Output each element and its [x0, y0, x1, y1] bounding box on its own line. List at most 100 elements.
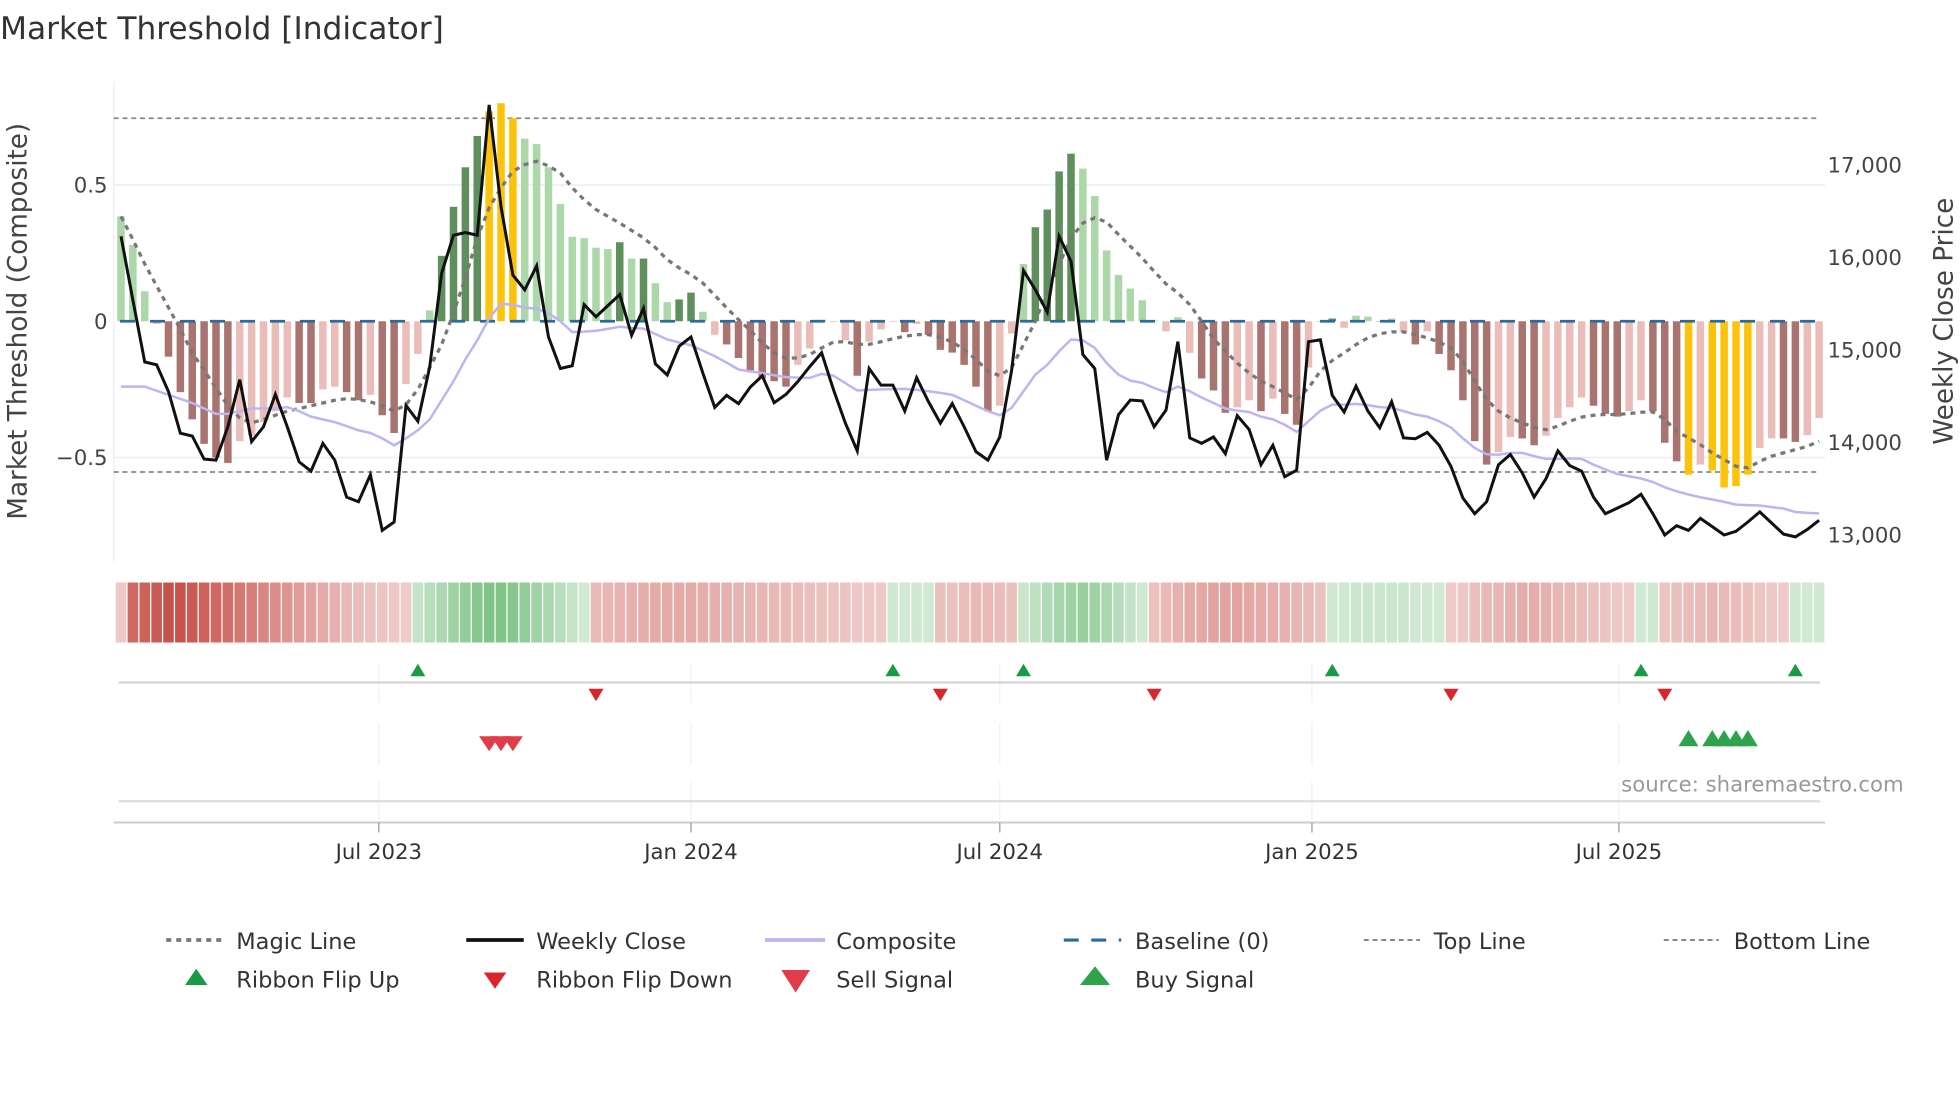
ribbon-cell — [1291, 582, 1302, 643]
right-tick-label: 14,000 — [1828, 431, 1902, 456]
ribbon-cell — [863, 582, 875, 643]
left-tick-label: 0 — [94, 310, 108, 335]
ribbon-cell — [127, 582, 139, 643]
composite-bar — [1767, 321, 1776, 439]
composite-bar — [1007, 321, 1016, 334]
composite-bar — [1482, 321, 1491, 465]
ribbon-cell — [376, 582, 388, 643]
composite-bar — [1102, 250, 1111, 322]
ribbon-cell — [721, 582, 732, 643]
legend-item-buy-signal[interactable]: Buy Signal — [1080, 966, 1254, 994]
composite-bar — [627, 258, 636, 322]
ribbon-cell — [970, 582, 982, 643]
x-tick-label: Jul 2025 — [1574, 840, 1662, 865]
legend-item-bottom-line[interactable]: Bottom Line — [1663, 929, 1871, 955]
ribbon-flip-up-marker — [1633, 663, 1649, 677]
ribbon-cell — [1113, 582, 1124, 643]
ribbon-cell — [1350, 582, 1362, 643]
ribbon-flip-down-marker — [588, 688, 604, 702]
left-tick-label: 0.5 — [74, 174, 108, 199]
ribbon-cell — [1315, 582, 1326, 643]
composite-bar — [1696, 321, 1705, 465]
legend-item-weekly-close[interactable]: Weekly Close — [466, 929, 686, 955]
ribbon-cell — [661, 582, 673, 643]
legend-label: Buy Signal — [1135, 968, 1254, 994]
legend-item-sell-signal[interactable]: Sell Signal — [781, 968, 953, 994]
legend-item-baseline[interactable]: Baseline (0) — [1063, 929, 1270, 955]
composite-bar — [1744, 321, 1752, 475]
composite-bar — [960, 321, 968, 365]
legend-label: Bottom Line — [1734, 929, 1871, 955]
ribbon-cell — [828, 582, 839, 643]
x-tick-label: Jan 2025 — [1263, 840, 1359, 865]
ribbon-flip-up-marker — [1016, 663, 1031, 677]
composite-bar — [1518, 321, 1526, 439]
ribbon-cell — [578, 582, 590, 643]
ribbon-cell — [1718, 582, 1730, 643]
legend-item-top-line[interactable]: Top Line — [1363, 929, 1526, 955]
composite-bar — [461, 167, 470, 322]
ribbon-cell — [1255, 582, 1267, 643]
legend-label: Baseline (0) — [1135, 929, 1269, 955]
composite-bar — [604, 249, 612, 322]
composite-bar — [699, 311, 707, 322]
legend-label: Sell Signal — [836, 968, 953, 994]
triangle-down-icon — [483, 972, 507, 989]
composite-bar — [544, 167, 553, 322]
composite-bar — [1138, 300, 1146, 322]
ribbon-cell — [365, 582, 376, 643]
ribbon-cell — [246, 582, 257, 643]
ribbon-cell — [1030, 582, 1041, 643]
composite-bar — [1031, 227, 1040, 322]
composite-bars — [117, 103, 1823, 488]
ribbon-cell — [460, 582, 471, 643]
legend-item-composite[interactable]: Composite — [765, 929, 956, 955]
ribbon-cell — [590, 582, 602, 643]
left-axis-title: Market Threshold (Composite) — [3, 123, 33, 520]
ribbon-flip-down-marker — [932, 688, 948, 702]
ribbon-cell — [1801, 582, 1813, 643]
ribbon-cell — [293, 582, 305, 643]
ribbon-cell — [899, 582, 911, 643]
ribbon-flip-row — [118, 662, 1820, 703]
ribbon-cell — [1742, 582, 1754, 643]
composite-bar — [1364, 316, 1372, 322]
ribbon-cell — [638, 582, 649, 643]
right-tick-label: 16,000 — [1828, 246, 1902, 271]
composite-bar — [1542, 321, 1550, 436]
composite-bar — [1114, 274, 1123, 322]
legend-item-magic-line[interactable]: Magic Line — [166, 929, 356, 955]
right-tick-label: 15,000 — [1828, 339, 1902, 364]
composite-bar — [283, 321, 291, 398]
composite-bar — [972, 321, 980, 387]
composite-bar — [1197, 321, 1206, 379]
legend-item-ribbon-flip-up[interactable]: Ribbon Flip Up — [185, 968, 400, 994]
composite-bar — [651, 283, 660, 322]
ribbon-cell — [685, 582, 697, 643]
ribbon-cell — [1279, 582, 1291, 643]
ribbon-cell — [673, 582, 685, 643]
legend: Magic Line Weekly Close Composite Baseli… — [166, 929, 1870, 994]
ribbon-cell — [163, 582, 174, 643]
ribbon-cell — [175, 582, 186, 643]
ribbon-cell — [210, 582, 222, 643]
composite-bar — [1209, 321, 1218, 391]
composite-bar — [414, 321, 422, 354]
composite-bar — [354, 321, 363, 401]
ribbon-cell — [1101, 582, 1112, 643]
ribbon-cell — [1018, 582, 1029, 643]
ribbon-cell — [424, 582, 436, 643]
legend-item-ribbon-flip-down[interactable]: Ribbon Flip Down — [483, 968, 733, 994]
ribbon-cell — [329, 582, 341, 643]
legend-label: Weekly Close — [536, 929, 686, 955]
buy-signal-marker — [1678, 730, 1699, 747]
ribbon-cell — [1243, 582, 1255, 643]
x-axis: Jul 2023 Jan 2024 Jul 2024 Jan 2025 Jul 2025 — [113, 821, 1825, 865]
composite-bar — [1506, 321, 1515, 438]
ribbon-cell — [1588, 582, 1599, 643]
ribbon-cell — [1386, 582, 1397, 643]
composite-bar — [1126, 288, 1135, 322]
ribbon-flip-up-marker — [1324, 663, 1340, 677]
ribbon-cell — [186, 582, 198, 643]
ribbon-cell — [1623, 582, 1635, 643]
